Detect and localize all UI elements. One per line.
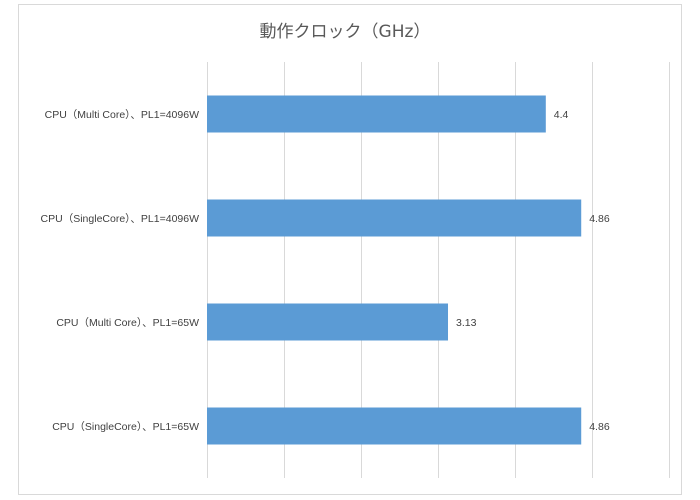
category-label: CPU（Multi Core）、PL1=4096W bbox=[45, 109, 199, 121]
category-label: CPU（SingleCore）、PL1=65W bbox=[52, 421, 199, 433]
data-label: 4.4 bbox=[554, 109, 569, 121]
data-labels: 4.4 4.86 3.13 4.86 bbox=[456, 109, 610, 433]
data-label: 4.86 bbox=[589, 213, 610, 225]
bar bbox=[207, 95, 546, 133]
bar bbox=[207, 303, 449, 341]
data-label: 4.86 bbox=[589, 421, 610, 433]
bar-chart: 動作クロック（GHz） CPU（Multi Core）、PL1=4096WCPU… bbox=[41, 22, 670, 478]
bar bbox=[207, 199, 582, 237]
data-label: 3.13 bbox=[456, 317, 477, 329]
category-label: CPU（Multi Core）、PL1=65W bbox=[56, 317, 199, 329]
bar bbox=[207, 407, 582, 445]
category-label: CPU（SingleCore）、PL1=4096W bbox=[41, 213, 200, 225]
chart-title: 動作クロック（GHz） bbox=[260, 22, 431, 42]
category-labels: CPU（Multi Core）、PL1=4096W CPU（SingleCore）… bbox=[41, 109, 200, 433]
bars bbox=[207, 95, 582, 445]
